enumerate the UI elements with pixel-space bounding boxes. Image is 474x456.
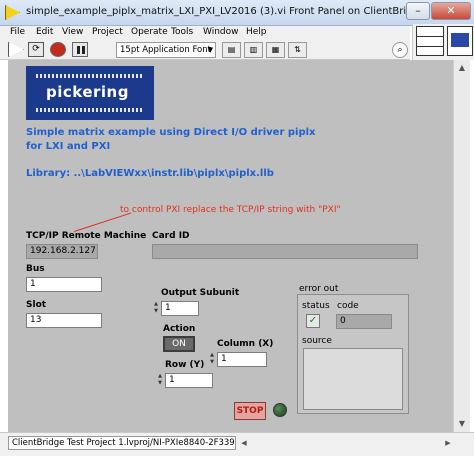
slot-label: Slot [26,300,47,310]
font-select-value: 15pt Application Font [120,45,211,55]
resize-objects-icon[interactable]: ▦ [266,42,285,58]
close-button[interactable]: ✕ [431,2,471,20]
status-checkmark-icon: ✓ [306,314,320,328]
toolbar: ⟳ 15pt Application Font ▼ ▤ ▥ ▦ ⇅ ⌕ [0,40,410,60]
card-id-label: Card ID [152,231,190,241]
menu-tools[interactable]: Tools [171,27,193,37]
code-label: code [337,301,359,311]
annotation-arrow [74,212,132,232]
scroll-down-icon[interactable]: ▼ [454,416,470,432]
error-out-label: error out [299,284,339,294]
annotation-note: to control PXI replace the TCP/IP string… [120,205,341,215]
library-path: Library: ..\LabVIEWxx\instr.lib\piplx\pi… [26,168,274,179]
window-title: simple_example_piplx_matrix_LXI_PXI_LV20… [26,6,406,17]
decrement-arrow-icon[interactable]: ▼ [207,359,217,366]
logo-stripe-bottom [36,108,144,112]
menu-file[interactable]: File [10,27,25,37]
labview-vi-icon [5,5,20,20]
front-panel: pickering Simple matrix example using Di… [8,60,453,432]
column-label: Column (X) [217,339,274,349]
status-bar: ClientBridge Test Project 1.lvproj/NI-PX… [0,432,474,456]
source-indicator [303,348,403,410]
status-label: status [302,301,330,311]
pickering-logo: pickering [26,66,154,120]
run-continuously-icon[interactable]: ⟳ [28,42,44,57]
menu-window[interactable]: Window [203,27,239,37]
menu-view[interactable]: View [62,27,83,37]
row-stepper[interactable]: ▲ ▼ [155,373,165,388]
column-stepper[interactable]: ▲ ▼ [207,352,217,367]
font-select[interactable]: 15pt Application Font ▼ [116,42,216,58]
run-arrow-icon[interactable] [8,42,24,57]
description-line-1: Simple matrix example using Direct I/O d… [26,127,316,138]
card-id-indicator [152,244,418,259]
menu-operate[interactable]: Operate [131,27,168,37]
decrement-arrow-icon[interactable]: ▼ [155,380,165,387]
vertical-scrollbar[interactable]: ▲ ▼ [453,60,470,432]
stop-button[interactable]: STOP [234,402,266,420]
vi-icon[interactable] [447,26,473,56]
project-context-field[interactable]: ClientBridge Test Project 1.lvproj/NI-PX… [8,436,236,450]
increment-arrow-icon[interactable]: ▲ [207,352,217,359]
menu-project[interactable]: Project [92,27,123,37]
slot-field[interactable]: 13 [26,313,102,328]
code-indicator: 0 [336,314,392,329]
logo-text: pickering [46,83,129,101]
tcpip-remote-machine-field[interactable]: 192.168.2.127 [26,244,98,259]
chevron-down-icon: ▼ [207,46,213,54]
connector-pane-icon[interactable] [416,26,444,56]
output-subunit-label: Output Subunit [161,288,240,298]
description-line-2: for LXI and PXI [26,141,111,152]
scroll-left-icon[interactable]: ◀ [238,436,250,450]
increment-arrow-icon[interactable]: ▲ [155,373,165,380]
source-label: source [302,336,332,346]
distribute-objects-icon[interactable]: ▥ [244,42,263,58]
bus-field[interactable]: 1 [26,277,102,292]
row-field[interactable]: 1 [165,373,213,388]
increment-arrow-icon[interactable]: ▲ [151,301,161,308]
minimize-button[interactable]: – [406,2,430,20]
tcpip-label: TCP/IP Remote Machine [26,231,147,241]
reorder-icon[interactable]: ⇅ [288,42,307,58]
row-label: Row (Y) [165,360,205,370]
menu-edit[interactable]: Edit [36,27,53,37]
connector-pane-area [412,24,474,60]
align-objects-icon[interactable]: ▤ [222,42,241,58]
output-subunit-field[interactable]: 1 [161,301,199,316]
action-toggle-button[interactable]: ON [163,336,195,352]
action-label: Action [163,324,196,334]
search-icon[interactable]: ⌕ [392,42,408,58]
scroll-up-icon[interactable]: ▲ [454,60,470,76]
menu-bar: File Edit View Project Operate Tools Win… [0,26,410,40]
output-subunit-stepper[interactable]: ▲ ▼ [151,301,161,316]
abort-execution-icon[interactable] [50,42,66,57]
menu-help[interactable]: Help [246,27,267,37]
column-field[interactable]: 1 [217,352,267,367]
led-indicator [273,403,287,417]
logo-stripe-top [36,74,144,78]
pause-icon[interactable] [72,42,88,57]
scroll-right-icon[interactable]: ▶ [442,436,454,450]
decrement-arrow-icon[interactable]: ▼ [151,308,161,315]
window-titlebar: simple_example_piplx_matrix_LXI_PXI_LV20… [0,0,474,26]
bus-label: Bus [26,264,45,274]
